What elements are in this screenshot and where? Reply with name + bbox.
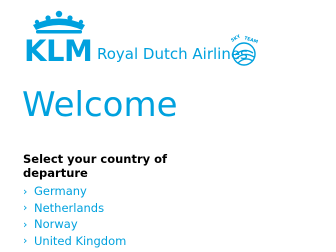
country-label: Norway xyxy=(34,217,78,232)
select-country-heading: Select your country of departure xyxy=(23,152,168,180)
country-link-germany[interactable]: › Germany xyxy=(23,183,126,200)
svg-text:TEAM: TEAM xyxy=(243,35,259,45)
svg-text:SKY: SKY xyxy=(230,34,242,44)
chevron-right-icon: › xyxy=(23,201,28,215)
chevron-right-icon: › xyxy=(23,184,28,198)
airline-name: Royal Dutch Airlines xyxy=(97,45,248,63)
country-label: Germany xyxy=(34,184,87,199)
skyteam-icon: SKY TEAM xyxy=(230,34,259,66)
country-link-netherlands[interactable]: › Netherlands xyxy=(23,200,126,217)
page-title: Welcome xyxy=(22,85,178,125)
chevron-right-icon: › xyxy=(23,217,28,231)
country-link-norway[interactable]: › Norway xyxy=(23,216,126,233)
chevron-right-icon: › xyxy=(23,234,28,248)
country-label: United Kingdom xyxy=(34,233,127,248)
klm-wordmark: KLM xyxy=(24,34,93,68)
country-label: Netherlands xyxy=(34,200,105,215)
country-list: › Germany › Netherlands › Norway › Unite… xyxy=(23,183,126,249)
country-link-united-kingdom[interactable]: › United Kingdom xyxy=(23,233,126,250)
header-brand: KLM Royal Dutch Airlines SKY TEAM xyxy=(24,10,324,70)
page: KLM Royal Dutch Airlines SKY TEAM Welcom… xyxy=(0,0,336,252)
crown-icon xyxy=(33,10,85,34)
